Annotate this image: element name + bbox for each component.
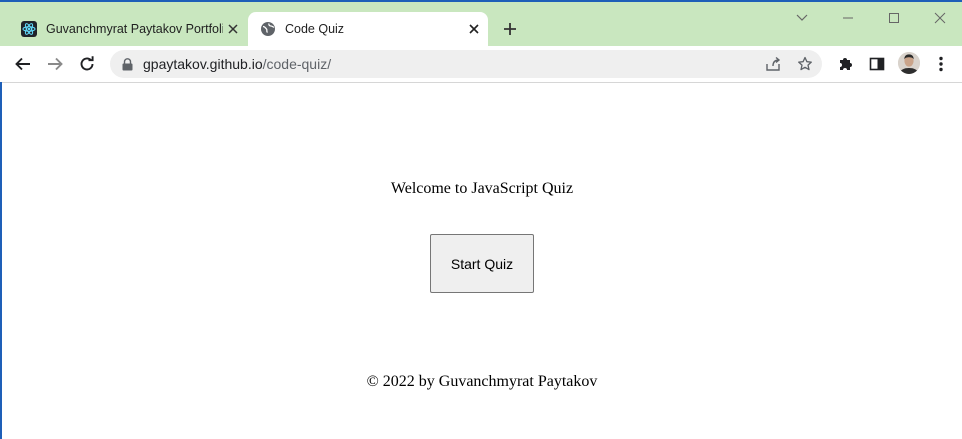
profile-photo-icon [898, 52, 920, 74]
tab-title: Code Quiz [285, 22, 345, 36]
url-path: /code-quiz/ [262, 56, 332, 72]
arrow-right-icon [48, 57, 63, 71]
tab-portfolio[interactable]: Guvanchmyrat Paytakov Portfolio [9, 12, 247, 46]
menu-button[interactable] [929, 52, 953, 76]
browser-title-bar: Guvanchmyrat Paytakov Portfolio Code Qui… [0, 0, 962, 46]
welcome-heading: Welcome to JavaScript Quiz [390, 180, 574, 197]
close-icon[interactable] [223, 19, 243, 39]
side-panel-button[interactable] [865, 52, 889, 76]
tab-search-button[interactable] [790, 6, 814, 30]
plus-icon [504, 23, 516, 35]
minimize-button[interactable] [836, 6, 860, 30]
address-bar[interactable]: gpaytakov.github.io/code-quiz/ [110, 50, 822, 78]
reload-button[interactable] [75, 52, 99, 76]
url-host: gpaytakov.github.io [143, 56, 263, 72]
maximize-button[interactable] [882, 6, 906, 30]
side-panel-icon [869, 57, 885, 71]
close-window-button[interactable] [928, 6, 952, 30]
back-button[interactable] [11, 52, 35, 76]
star-icon[interactable] [795, 54, 815, 74]
share-icon[interactable] [763, 54, 783, 74]
react-icon [21, 21, 37, 37]
maximize-icon [889, 13, 899, 23]
new-tab-button[interactable] [499, 18, 521, 40]
url-text[interactable]: gpaytakov.github.io/code-quiz/ [143, 56, 331, 72]
chevron-down-icon [796, 14, 808, 21]
reload-icon [80, 56, 94, 71]
more-vert-icon [939, 56, 943, 72]
arrow-left-icon [15, 57, 30, 71]
browser-toolbar: gpaytakov.github.io/code-quiz/ [0, 46, 962, 83]
close-icon [934, 12, 946, 24]
avatar[interactable] [898, 52, 920, 74]
puzzle-icon [840, 58, 852, 70]
page-content: Welcome to JavaScript Quiz Start Quiz © … [0, 83, 962, 439]
minimize-icon [843, 17, 853, 19]
footer-copyright: © 2022 by Guvanchmyrat Paytakov [366, 373, 598, 390]
tab-title: Guvanchmyrat Paytakov Portfolio [46, 22, 223, 36]
forward-button[interactable] [43, 52, 67, 76]
start-quiz-button[interactable]: Start Quiz [430, 234, 534, 293]
globe-icon [260, 21, 276, 37]
window-border [0, 0, 962, 2]
extensions-button[interactable] [833, 52, 857, 76]
close-icon[interactable] [464, 19, 484, 39]
lock-icon[interactable] [120, 57, 134, 71]
tab-code-quiz[interactable]: Code Quiz [248, 12, 488, 46]
